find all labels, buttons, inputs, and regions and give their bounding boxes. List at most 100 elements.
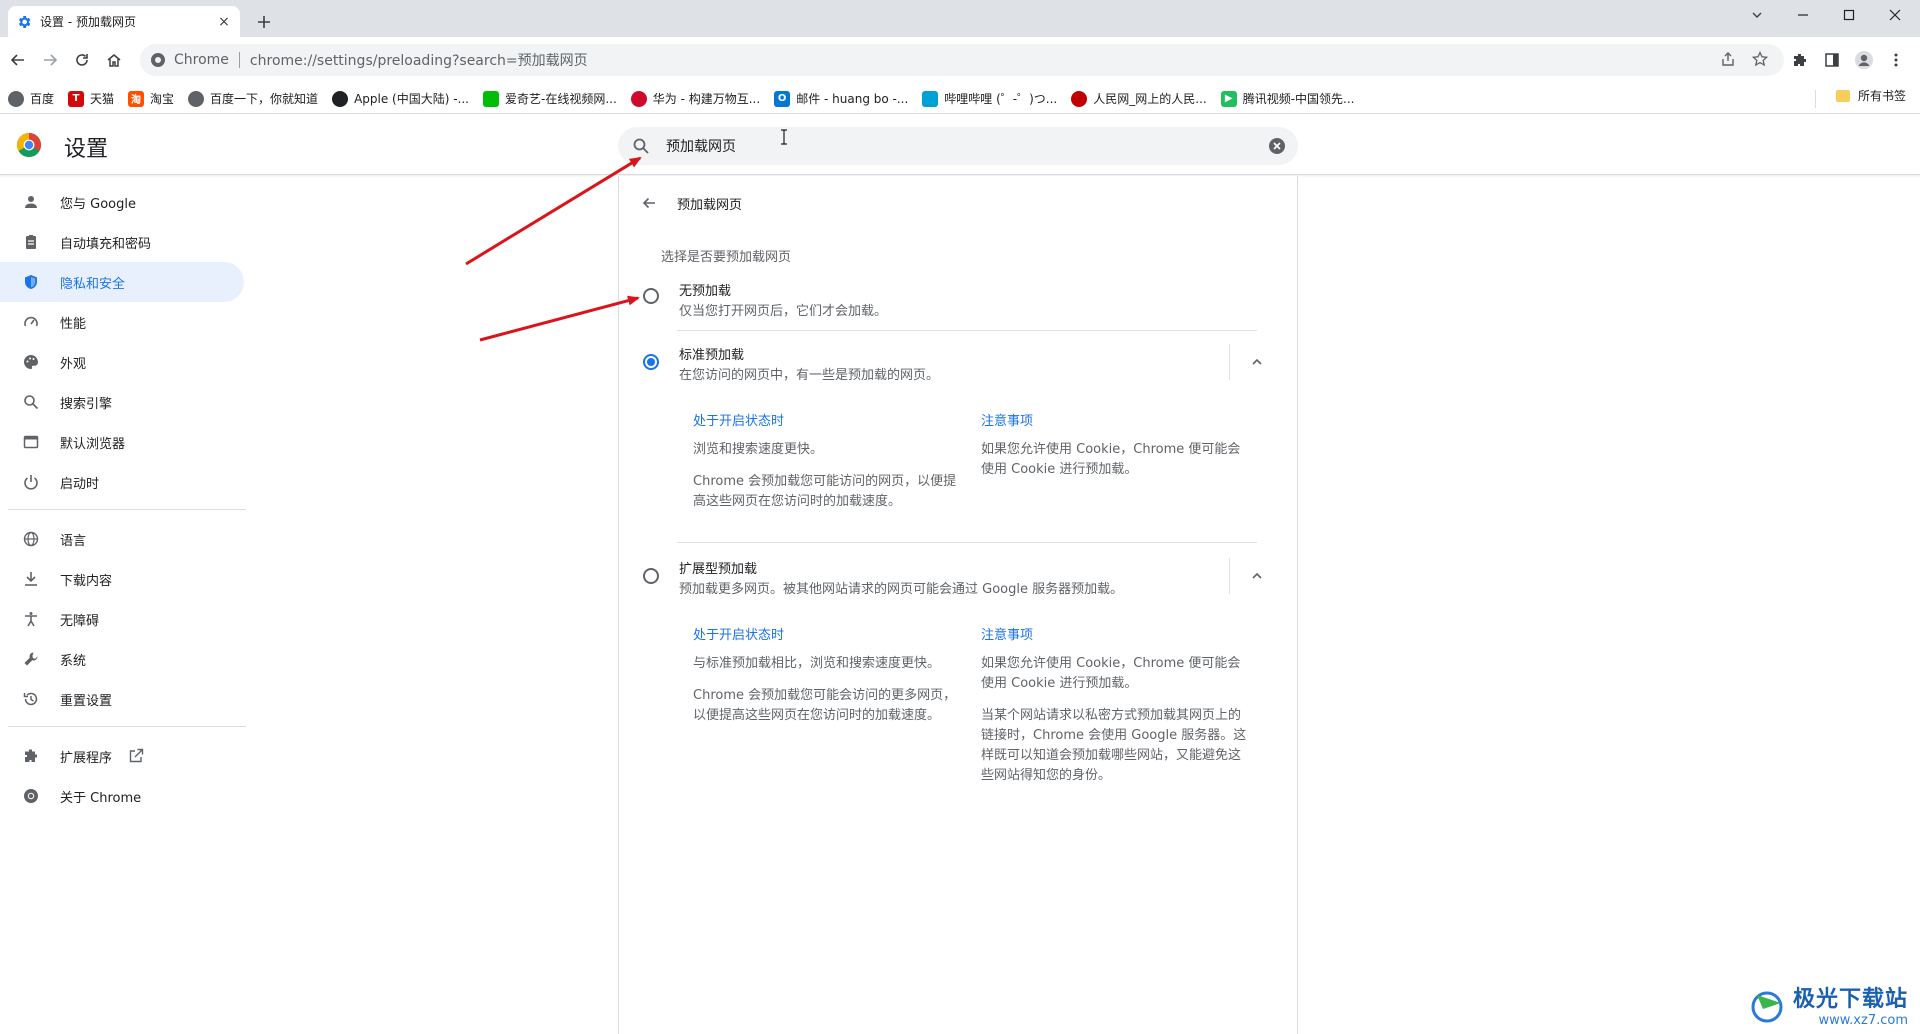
- radio-no-preloading[interactable]: [643, 288, 659, 304]
- option-title: 标准预加载: [679, 348, 745, 363]
- option-extended-preloading[interactable]: 扩展型预加载 预加载更多网页。被其他网站请求的网页可能会通过 Google 服务…: [619, 550, 1299, 890]
- chrome-icon: [22, 787, 40, 805]
- minimize-button[interactable]: [1780, 0, 1826, 30]
- folder-icon: [1835, 89, 1850, 102]
- sidebar-item-label: 默认浏览器: [60, 436, 126, 452]
- collapse-chevron-icon[interactable]: [1245, 564, 1269, 588]
- subpage-title: 预加载网页: [677, 197, 743, 213]
- forward-button[interactable]: [36, 46, 64, 74]
- radio-standard-preloading[interactable]: [643, 354, 659, 370]
- text-cursor-icon: [780, 129, 788, 145]
- sidebar-item-label: 搜索引擎: [60, 396, 113, 412]
- back-arrow-icon[interactable]: [637, 191, 661, 215]
- person-icon: [22, 193, 40, 211]
- bookmark-item[interactable]: 淘 淘宝: [128, 87, 174, 111]
- bookmark-label: 人民网_网上的人民...: [1093, 92, 1207, 106]
- option-no-preloading[interactable]: 无预加载 仅当您打开网页后，它们才会加载。: [619, 276, 1299, 336]
- url-text[interactable]: chrome://settings/preloading?search=预加载网…: [250, 50, 588, 70]
- bookmark-item[interactable]: 爱奇艺-在线视频网...: [483, 87, 617, 111]
- bookmark-label: 邮件 - huang bo -...: [796, 92, 909, 106]
- radio-extended-preloading[interactable]: [643, 568, 659, 584]
- bookmark-item[interactable]: ▶ 腾讯视频-中国领先...: [1220, 87, 1354, 111]
- sidebar-item-label: 外观: [60, 356, 87, 372]
- home-button[interactable]: [100, 46, 128, 74]
- bookmark-item[interactable]: Apple (中国大陆) -...: [332, 87, 469, 111]
- share-icon[interactable]: [1714, 45, 1742, 73]
- tab-close-button[interactable]: ×: [216, 14, 232, 30]
- shield-icon: [22, 273, 40, 291]
- reload-button[interactable]: [68, 46, 96, 74]
- notes-text: 如果您允许使用 Cookie，Chrome 便可能会使用 Cookie 进行预加…: [981, 656, 1241, 691]
- option-divider: [677, 542, 1257, 543]
- when-on-detail: Chrome 会预加载您可能会访问的更多网页，以便提高这些网页在您访问时的加载速…: [693, 688, 957, 723]
- sidebar-item-downloads[interactable]: 下载内容: [0, 559, 244, 599]
- all-bookmarks-label: 所有书签: [1857, 89, 1906, 103]
- bookmark-item[interactable]: 百度一下，你就知道: [188, 87, 318, 111]
- sidebar-item-system[interactable]: 系统: [0, 639, 244, 679]
- bookmark-item[interactable]: 华为 - 构建万物互...: [630, 87, 761, 111]
- sidebar-item-label: 性能: [60, 316, 87, 332]
- maximize-button[interactable]: [1826, 0, 1872, 30]
- sidebar-item-accessibility[interactable]: 无障碍: [0, 599, 244, 639]
- bookmark-item[interactable]: T 天猫: [68, 87, 114, 111]
- all-bookmarks-button[interactable]: 所有书签: [1835, 87, 1906, 104]
- sidebar-item-on-startup[interactable]: 启动时: [0, 462, 244, 502]
- outlook-icon: O: [774, 90, 791, 107]
- option-divider: [677, 330, 1257, 331]
- collapse-chevron-icon[interactable]: [1245, 350, 1269, 374]
- new-tab-button[interactable]: [254, 12, 274, 32]
- extensions-puzzle-icon[interactable]: [1786, 46, 1814, 74]
- settings-search[interactable]: [618, 127, 1298, 165]
- clear-search-icon[interactable]: [1266, 135, 1288, 157]
- settings-header: 设置: [0, 115, 1920, 175]
- tab-search-chevron-icon[interactable]: [1734, 0, 1780, 30]
- bookmarks-bar: 百度 T 天猫 淘 淘宝 百度一下，你就知道 Apple (中国大陆) -...…: [0, 84, 1920, 114]
- bookmark-item[interactable]: 百度: [8, 87, 54, 111]
- close-window-button[interactable]: [1872, 0, 1918, 30]
- bookmark-item[interactable]: 哔哩哔哩 (゜-゜)つ...: [922, 87, 1057, 111]
- sidebar-item-search-engine[interactable]: 搜索引擎: [0, 382, 244, 422]
- profile-avatar-icon[interactable]: [1850, 46, 1878, 74]
- globe-icon: [8, 90, 24, 107]
- sidebar-item-label: 扩展程序: [60, 750, 113, 766]
- bookmark-label: 百度: [30, 92, 55, 106]
- sidebar-item-privacy[interactable]: 隐私和安全: [0, 262, 244, 302]
- menu-kebab-icon[interactable]: [1882, 46, 1910, 74]
- wrench-icon: [22, 650, 40, 668]
- watermark-text: 极光下载站: [1792, 987, 1908, 1012]
- bookmark-item[interactable]: 人民网_网上的人民...: [1071, 87, 1207, 111]
- sidebar-item-performance[interactable]: 性能: [0, 302, 244, 342]
- arrow-to-no-preloading: [479, 295, 640, 342]
- side-panel-icon[interactable]: [1818, 46, 1846, 74]
- back-button[interactable]: [4, 46, 32, 74]
- sidebar-item-appearance[interactable]: 外观: [0, 342, 244, 382]
- notes-detail: 当某个网站请求以私密方式预加载其网页上的链接时，Chrome 会使用 Googl…: [981, 708, 1247, 783]
- address-bar[interactable]: Chrome chrome://settings/preloading?sear…: [140, 44, 1784, 76]
- sidebar-item-you-and-google[interactable]: 您与 Google: [0, 182, 244, 222]
- bookmark-item[interactable]: O 邮件 - huang bo -...: [774, 87, 908, 111]
- sidebar-item-reset[interactable]: 重置设置: [0, 679, 244, 719]
- sidebar-item-languages[interactable]: 语言: [0, 519, 244, 559]
- notes-heading: 注意事项: [981, 414, 1034, 429]
- bookmark-star-icon[interactable]: [1746, 45, 1774, 73]
- bookmark-label: 爱奇艺-在线视频网...: [505, 92, 617, 106]
- sidebar-item-label: 隐私和安全: [60, 276, 126, 292]
- history-icon: [22, 690, 40, 708]
- sidebar-item-default-browser[interactable]: 默认浏览器: [0, 422, 244, 462]
- gear-icon: [16, 14, 32, 30]
- browser-icon: [22, 433, 40, 451]
- bookmark-label: Apple (中国大陆) -...: [354, 92, 469, 106]
- search-input[interactable]: [666, 138, 1266, 154]
- watermark-logo-icon: [1747, 985, 1787, 1025]
- sidebar-item-extensions[interactable]: 扩展程序: [0, 736, 244, 776]
- notes-text: 如果您允许使用 Cookie，Chrome 便可能会使用 Cookie 进行预加…: [981, 442, 1241, 477]
- vertical-divider: [1229, 344, 1230, 380]
- tmall-icon: T: [68, 90, 85, 107]
- sidebar-item-about-chrome[interactable]: 关于 Chrome: [0, 776, 244, 816]
- bookmark-label: 华为 - 构建万物互...: [652, 92, 761, 106]
- sidebar-item-autofill[interactable]: 自动填充和密码: [0, 222, 244, 262]
- notes-heading: 注意事项: [981, 628, 1034, 643]
- download-icon: [22, 570, 40, 588]
- tab-settings[interactable]: 设置 - 预加载网页 ×: [8, 6, 240, 37]
- option-desc: 仅当您打开网页后，它们才会加载。: [679, 304, 888, 319]
